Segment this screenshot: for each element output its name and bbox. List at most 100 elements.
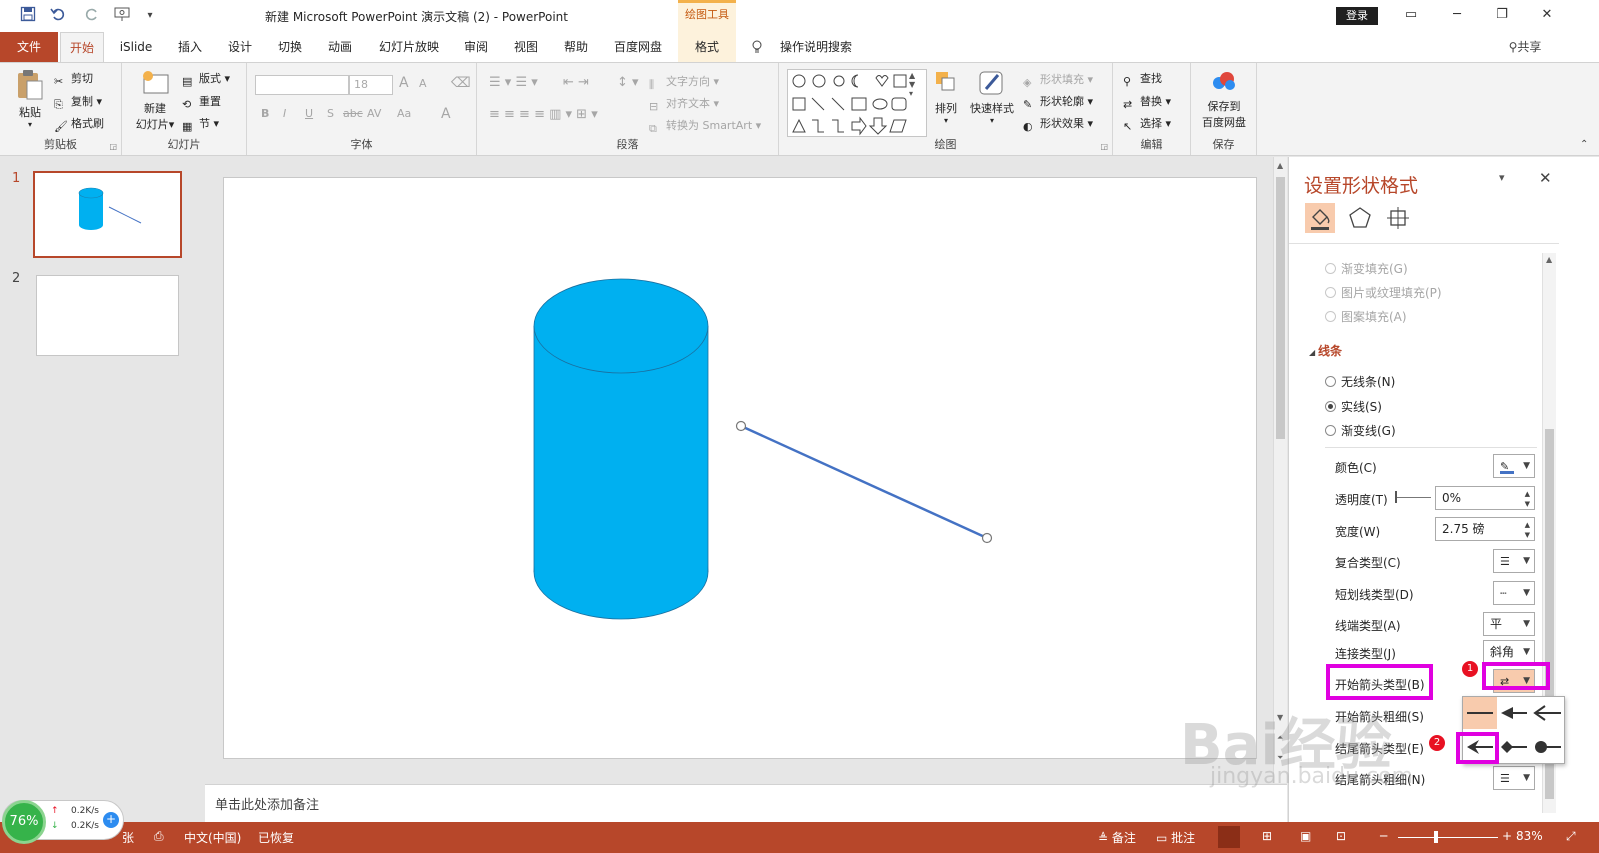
undo-icon[interactable] — [48, 6, 68, 26]
layout-button[interactable]: ▤ 版式 ▾ — [182, 70, 230, 89]
transparency-slider-thumb[interactable] — [1395, 491, 1397, 503]
picture-fill-radio[interactable]: 图片或纹理填充(P) — [1325, 284, 1442, 301]
shapes-gallery[interactable] — [787, 69, 927, 137]
fill-line-tab-icon[interactable] — [1305, 203, 1335, 233]
tab-review[interactable]: 审阅 — [454, 32, 498, 62]
line-color-picker[interactable]: ✎ ▼ — [1493, 454, 1535, 478]
slide-vertical-scrollbar[interactable]: ▲ ▼ ⏶ ⏷ — [1273, 157, 1287, 783]
zoom-in-icon[interactable]: + — [1502, 829, 1512, 843]
dash-type-dropdown[interactable]: ┄ ▼ — [1493, 581, 1535, 605]
text-direction-button[interactable]: ⫼ 文字方向 ▾ — [649, 73, 719, 92]
transparency-input[interactable]: 0% ▲ ▼ — [1435, 486, 1535, 510]
line-section-header[interactable]: ◢ 线条 — [1309, 342, 1342, 359]
paste-button[interactable]: 粘贴 ▾ — [12, 69, 48, 129]
slideshow-view-icon[interactable]: ⊡ — [1336, 829, 1346, 843]
comments-button[interactable]: ▭ 批注 — [1156, 829, 1195, 846]
pattern-fill-radio[interactable]: 图案填充(A) — [1325, 308, 1407, 325]
slide-sorter-icon[interactable]: ⊞ — [1262, 829, 1272, 843]
ribbon-display-icon[interactable]: ▭ — [1396, 4, 1426, 26]
tab-insert[interactable]: 插入 — [168, 32, 212, 62]
tab-file[interactable]: 文件 — [0, 32, 58, 62]
size-properties-tab-icon[interactable] — [1385, 205, 1411, 234]
replace-button[interactable]: ⇄ 替换 ▾ — [1123, 93, 1171, 112]
maximize-icon[interactable]: ❐ — [1487, 4, 1517, 26]
select-button[interactable]: ↖ 选择 ▾ — [1123, 115, 1171, 134]
pane-close-icon[interactable]: ✕ — [1539, 169, 1552, 187]
compound-type-dropdown[interactable]: ☰ ▼ — [1493, 549, 1535, 573]
join-type-dropdown[interactable]: 斜角 ▼ — [1483, 640, 1535, 664]
tab-format[interactable]: 格式 — [678, 32, 736, 62]
minimize-icon[interactable]: ─ — [1442, 4, 1472, 26]
copy-button[interactable]: ⎘ 复制 ▾ — [54, 93, 102, 112]
arrow-option-oval[interactable] — [1531, 731, 1565, 763]
arrow-option-filled[interactable] — [1497, 697, 1531, 729]
present-icon[interactable] — [112, 6, 132, 26]
shape-effects-button[interactable]: ◐ 形状效果 ▾ — [1023, 115, 1093, 134]
width-input[interactable]: 2.75 磅 ▲ ▼ — [1435, 517, 1535, 541]
gradient-fill-radio[interactable]: 渐变填充(G) — [1325, 260, 1408, 277]
language-indicator[interactable]: 中文(中国) — [184, 829, 241, 846]
arrow-option-none[interactable] — [1463, 697, 1497, 729]
drawing-launcher-icon[interactable]: ◲ — [1100, 142, 1108, 151]
scroll-thumb[interactable] — [1276, 177, 1285, 439]
format-painter-button[interactable]: 🖌 格式刷 — [54, 115, 104, 134]
shapes-scroll-icon[interactable]: ▲ ▼ ▾ — [909, 71, 915, 98]
slide-thumbnail-1[interactable] — [33, 171, 182, 258]
new-slide-button[interactable]: 新建 幻灯片▾ — [130, 69, 180, 132]
zoom-slider-thumb[interactable] — [1434, 831, 1438, 843]
collapse-ribbon-icon[interactable]: ⌃ — [1580, 139, 1588, 150]
shape-fill-button[interactable]: ◈ 形状填充 ▾ — [1023, 71, 1093, 90]
shadow-button[interactable]: S — [327, 107, 334, 120]
cap-type-dropdown[interactable]: 平 ▼ — [1483, 612, 1535, 636]
save-icon[interactable] — [18, 6, 38, 26]
pane-scroll-up-icon[interactable]: ▲ — [1546, 255, 1552, 264]
save-to-netdisk-button[interactable]: 保存到 百度网盘 — [1199, 69, 1249, 130]
share-button[interactable]: ⚲共享 — [1500, 32, 1550, 62]
align-icons[interactable]: ≡ ≡ ≡ ≡ ▥ ▾ ⊞ ▾ — [489, 107, 598, 122]
widget-add-icon[interactable]: + — [103, 812, 119, 828]
cylinder-shape[interactable] — [533, 278, 709, 620]
grow-font-button[interactable]: A — [399, 75, 409, 91]
zoom-level[interactable]: 83% — [1516, 829, 1543, 843]
tab-home[interactable]: 开始 — [60, 32, 104, 62]
tab-slideshow[interactable]: 幻灯片放映 — [372, 32, 446, 62]
tab-design[interactable]: 设计 — [218, 32, 262, 62]
bold-button[interactable]: B — [261, 107, 269, 120]
tab-baidu-netdisk[interactable]: 百度网盘 — [606, 32, 670, 62]
strikethrough-button[interactable]: abc — [343, 107, 363, 120]
find-button[interactable]: ⚲ 查找 — [1123, 70, 1162, 89]
tab-view[interactable]: 视图 — [504, 32, 548, 62]
smartart-button[interactable]: ⧉ 转换为 SmartArt ▾ — [649, 117, 761, 136]
redo-icon[interactable] — [82, 6, 102, 26]
solid-line-radio[interactable]: 实线(S) — [1325, 398, 1382, 415]
align-text-button[interactable]: ⊟ 对齐文本 ▾ — [649, 95, 719, 114]
login-button[interactable]: 登录 — [1336, 7, 1378, 25]
pane-options-icon[interactable]: ▾ — [1499, 171, 1505, 184]
gradient-line-radio[interactable]: 渐变线(G) — [1325, 422, 1396, 439]
notes-pane[interactable]: 单击此处添加备注 — [205, 784, 1287, 822]
customize-toolbar-icon[interactable]: ▾ — [140, 6, 160, 26]
char-spacing-button[interactable]: AV — [367, 107, 381, 120]
shrink-font-button[interactable]: A — [419, 77, 427, 90]
transparency-slider[interactable] — [1395, 497, 1431, 498]
font-color-button[interactable]: A — [441, 106, 451, 122]
selected-line-shape[interactable] — [735, 420, 993, 544]
tab-transitions[interactable]: 切换 — [268, 32, 312, 62]
notes-button[interactable]: ≜ 备注 — [1098, 829, 1136, 846]
close-icon[interactable]: ✕ — [1532, 4, 1562, 26]
slide-canvas[interactable] — [223, 177, 1257, 759]
reset-button[interactable]: ⟲ 重置 — [182, 93, 221, 112]
spellcheck-icon[interactable]: ⎙ — [154, 829, 164, 844]
italic-button[interactable]: I — [283, 107, 286, 120]
cut-button[interactable]: ✂ 剪切 — [54, 70, 93, 89]
no-line-radio[interactable]: 无线条(N) — [1325, 373, 1395, 390]
effects-tab-icon[interactable] — [1347, 205, 1373, 234]
end-arrow-size-dropdown[interactable]: ☰ ▼ — [1493, 766, 1535, 790]
clipboard-launcher-icon[interactable]: ◲ — [109, 142, 117, 151]
zoom-out-icon[interactable]: ─ — [1380, 829, 1387, 843]
clear-format-icon[interactable]: ⌫ — [451, 75, 471, 91]
arrow-option-diamond[interactable] — [1497, 731, 1531, 763]
indent-icons[interactable]: ⇤ ⇥ — [563, 75, 589, 90]
zoom-slider[interactable] — [1398, 837, 1498, 838]
underline-button[interactable]: U — [305, 107, 313, 120]
